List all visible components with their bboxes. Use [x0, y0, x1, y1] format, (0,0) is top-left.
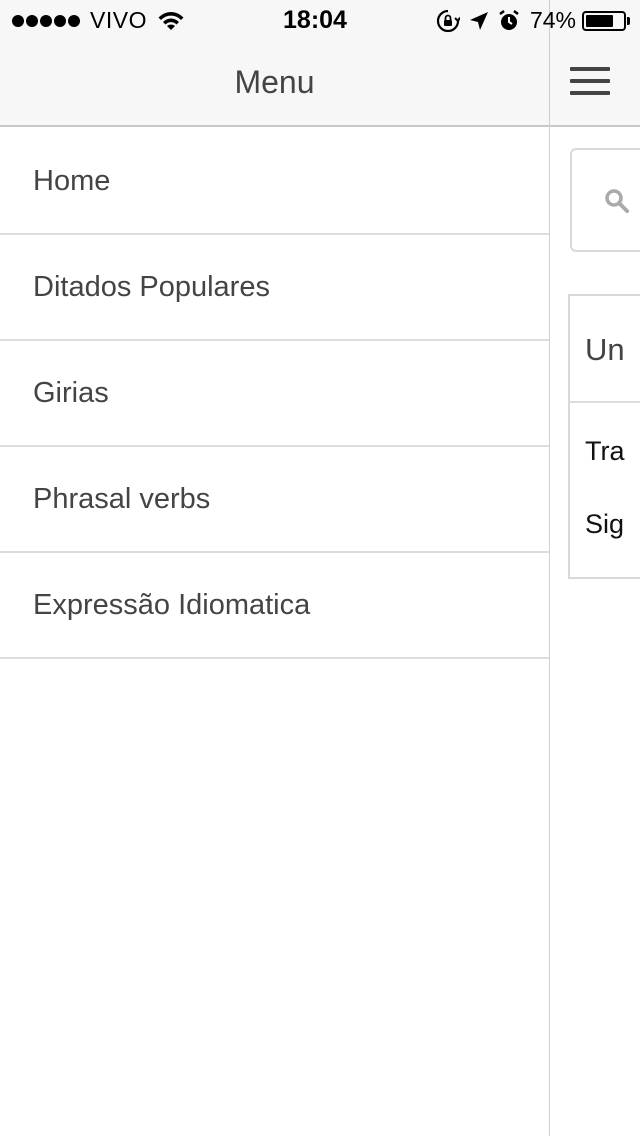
battery-cap — [627, 16, 630, 25]
card-title: Un — [585, 332, 625, 367]
menu-item-ditados-populares[interactable]: Ditados Populares — [0, 235, 549, 341]
battery-percent: 74% — [529, 7, 576, 33]
card-divider — [570, 401, 640, 403]
app-screen: VIVO 18:04 74% Un Tra Sig Menu Home Dita… — [0, 0, 640, 1136]
search-input[interactable] — [570, 148, 640, 252]
menu-item-phrasal-verbs[interactable]: Phrasal verbs — [0, 447, 549, 553]
main-content: Un Tra Sig — [550, 0, 640, 1136]
menu-item-home[interactable]: Home — [0, 129, 549, 235]
battery-level-fill — [586, 14, 613, 27]
orientation-lock-icon — [436, 9, 460, 32]
search-icon — [605, 189, 629, 213]
battery-icon — [582, 10, 626, 31]
hamburger-menu-icon[interactable] — [570, 67, 610, 99]
menu-item-girias[interactable]: Girias — [0, 341, 549, 447]
location-arrow-icon — [469, 11, 488, 30]
menu-title: Menu — [234, 64, 315, 100]
menu-list: Home Ditados Populares Girias Phrasal ve… — [0, 129, 549, 659]
content-card[interactable]: Un Tra Sig — [568, 294, 640, 579]
status-right: 74% — [428, 7, 630, 34]
side-menu-drawer: Menu Home Ditados Populares Girias Phras… — [0, 0, 550, 1136]
status-bar: VIVO 18:04 74% — [0, 0, 640, 40]
card-line-meaning: Sig — [585, 509, 625, 539]
menu-item-expressao-idiomatica[interactable]: Expressão Idiomatica — [0, 553, 549, 659]
alarm-icon — [499, 9, 519, 30]
card-line-translation: Tra — [585, 436, 625, 466]
